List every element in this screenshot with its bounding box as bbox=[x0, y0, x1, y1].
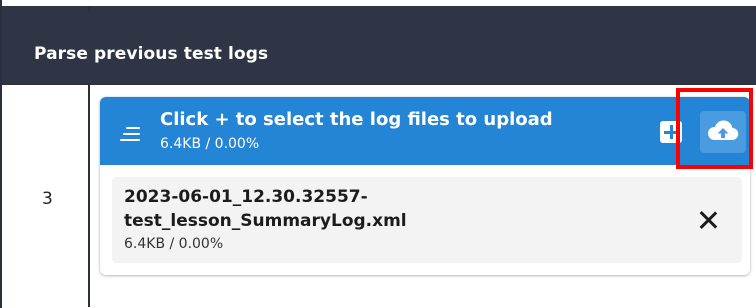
column-divider-top bbox=[88, 6, 90, 12]
file-name-line-1: 2023-06-01_12.30.32557- bbox=[124, 187, 368, 207]
table-frame: Parse previous test logs 3 Click + to se… bbox=[0, 0, 756, 308]
file-name: 2023-06-01_12.30.32557- test_lesson_Summ… bbox=[124, 185, 644, 233]
row-number: 3 bbox=[42, 189, 53, 209]
section-title: Parse previous test logs bbox=[34, 44, 269, 64]
file-list-item: 2023-06-01_12.30.32557- test_lesson_Summ… bbox=[112, 177, 742, 263]
menu-icon bbox=[120, 127, 140, 141]
total-progress: 6.4KB / 0.00% bbox=[160, 136, 260, 152]
close-icon[interactable] bbox=[698, 210, 718, 230]
upload-prompt: Click + to select the log files to uploa… bbox=[160, 109, 553, 130]
file-name-line-2: test_lesson_SummaryLog.xml bbox=[124, 211, 407, 231]
add-files-button[interactable] bbox=[660, 121, 682, 143]
uploader-header: Click + to select the log files to uploa… bbox=[100, 97, 750, 165]
cloud-upload-icon bbox=[707, 120, 739, 141]
file-uploader: Click + to select the log files to uploa… bbox=[100, 97, 750, 275]
file-progress: 6.4KB / 0.00% bbox=[124, 236, 224, 252]
upload-button[interactable] bbox=[700, 111, 746, 153]
table-row: 3 Click + to select the log files to upl… bbox=[2, 84, 756, 308]
column-divider bbox=[88, 85, 90, 307]
section-header: Parse previous test logs bbox=[2, 0, 756, 84]
